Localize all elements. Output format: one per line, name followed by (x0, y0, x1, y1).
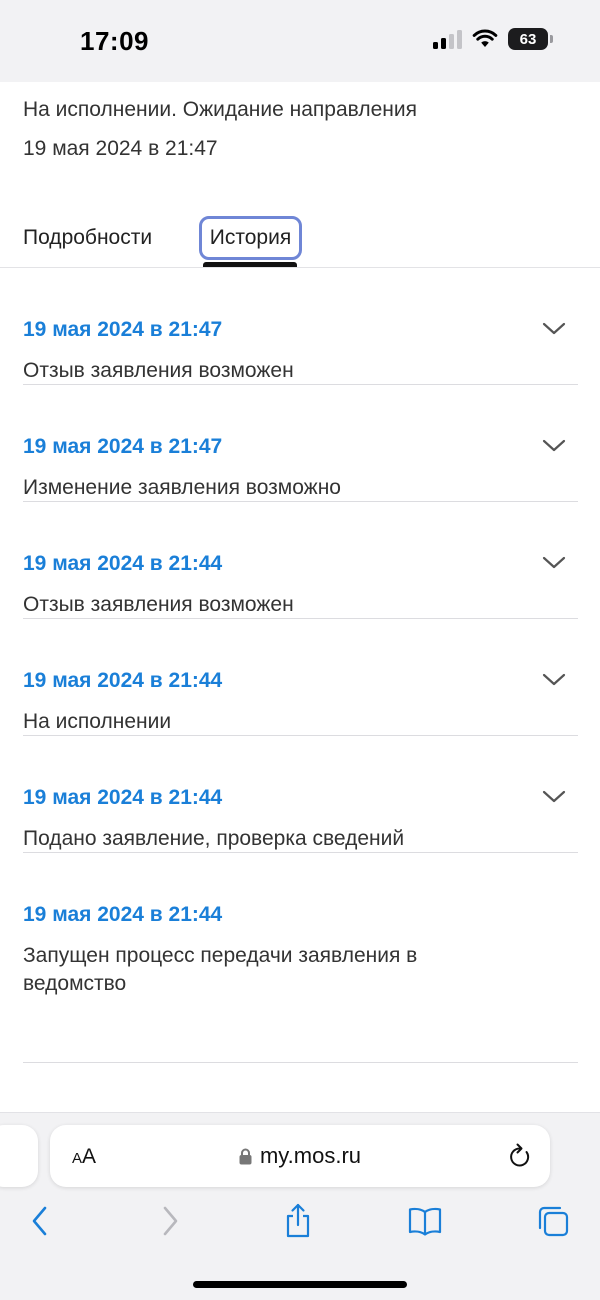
history-item-text: Запущен процесс передачи заявления в вед… (23, 944, 418, 995)
url-display[interactable]: my.mos.ru (50, 1143, 550, 1169)
active-tab-indicator (203, 262, 297, 267)
history-item[interactable]: 19 мая 2024 в 21:47 Отзыв заявления возм… (23, 268, 578, 385)
history-item[interactable]: 19 мая 2024 в 21:44 Отзыв заявления возм… (23, 502, 578, 619)
chevron-down-icon[interactable] (542, 790, 566, 804)
application-status-text: На исполнении. Ожидание направления (23, 98, 417, 121)
back-icon (32, 1206, 47, 1236)
tabs-button[interactable] (533, 1201, 573, 1241)
tab-history[interactable]: История (199, 216, 302, 260)
history-item-text: Подано заявление, проверка сведений (23, 827, 405, 850)
browser-bottom-bar: AA my.mos.ru (0, 1112, 600, 1300)
chevron-down-icon[interactable] (542, 673, 566, 687)
tab-history-label: История (209, 226, 292, 249)
share-icon (286, 1203, 310, 1238)
history-item-date: 19 мая 2024 в 21:44 (23, 552, 223, 575)
history-item-date: 19 мая 2024 в 21:44 (23, 669, 223, 692)
history-item-date: 19 мая 2024 в 21:44 (23, 786, 223, 809)
history-item-text: Изменение заявления возможно (23, 476, 341, 499)
lock-icon (239, 1148, 252, 1164)
tabs-icon (538, 1206, 569, 1237)
application-status: На исполнении. Ожидание направления 19 м… (23, 96, 417, 163)
url-text: my.mos.ru (259, 1143, 362, 1168)
chevron-down-icon[interactable] (542, 556, 566, 570)
history-item: 19 мая 2024 в 21:44 Запущен процесс пере… (23, 853, 578, 1063)
share-button[interactable] (278, 1201, 318, 1241)
history-item[interactable]: 19 мая 2024 в 21:47 Изменение заявления … (23, 385, 578, 502)
wifi-icon (472, 29, 498, 47)
bookmarks-button[interactable] (405, 1201, 445, 1241)
bookmarks-icon (408, 1207, 442, 1236)
chevron-down-icon[interactable] (542, 439, 566, 453)
history-item[interactable]: 19 мая 2024 в 21:44 Подано заявление, пр… (23, 736, 578, 853)
history-item-date: 19 мая 2024 в 21:44 (23, 903, 223, 926)
battery-icon: 63 (508, 28, 553, 50)
signal-icon (433, 29, 462, 49)
status-icons: 63 (433, 28, 553, 50)
address-bar[interactable]: AA my.mos.ru (50, 1125, 550, 1187)
back-button[interactable] (20, 1201, 60, 1241)
previous-tab-preview[interactable] (0, 1125, 38, 1187)
history-item-text: Отзыв заявления возможен (23, 359, 294, 382)
status-bar: 17:09 63 (0, 0, 600, 82)
browser-toolbar (0, 1201, 600, 1245)
history-list: 19 мая 2024 в 21:47 Отзыв заявления возм… (23, 268, 578, 1063)
chevron-down-icon[interactable] (542, 322, 566, 336)
reload-icon[interactable] (508, 1143, 532, 1169)
tab-details[interactable]: Подробности (23, 226, 152, 250)
status-time: 17:09 (80, 26, 149, 56)
history-item-text: Отзыв заявления возможен (23, 593, 294, 616)
history-item-date: 19 мая 2024 в 21:47 (23, 318, 223, 341)
tab-bar: Подробности История (0, 212, 600, 268)
history-item-text: На исполнении (23, 710, 172, 733)
history-item-date: 19 мая 2024 в 21:47 (23, 435, 223, 458)
forward-button[interactable] (150, 1201, 190, 1241)
application-status-date: 19 мая 2024 в 21:47 (23, 137, 218, 160)
forward-icon (163, 1206, 178, 1236)
battery-level: 63 (519, 30, 537, 48)
home-indicator (193, 1281, 407, 1288)
history-item[interactable]: 19 мая 2024 в 21:44 На исполнении (23, 619, 578, 736)
